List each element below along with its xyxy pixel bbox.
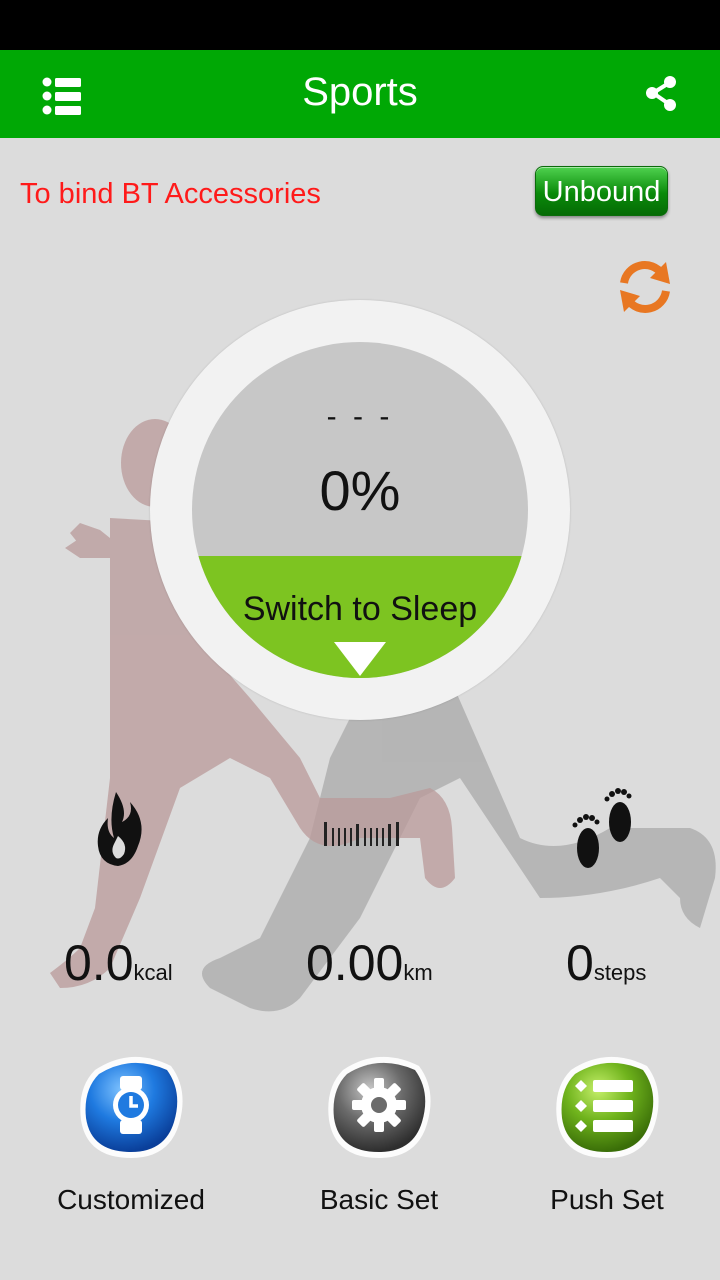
ruler-icon — [324, 820, 402, 848]
calories-value: 0.0 — [64, 935, 134, 991]
share-icon[interactable] — [642, 74, 682, 114]
app-bar: Sports — [0, 50, 720, 138]
gear-icon[interactable] — [323, 1050, 435, 1162]
gauge-percent: 0% — [319, 459, 401, 522]
triangle-down-icon[interactable] — [334, 642, 386, 676]
refresh-icon[interactable] — [614, 256, 676, 318]
footprints-icon — [572, 788, 638, 876]
flame-icon — [94, 792, 148, 868]
distance-stat: 0.00km — [306, 934, 433, 992]
status-bar — [0, 0, 720, 50]
push-set-label: Push Set — [550, 1184, 664, 1215]
distance-unit: km — [403, 960, 433, 985]
watch-icon[interactable] — [75, 1050, 187, 1162]
steps-stat: 0steps — [566, 934, 646, 992]
switch-to-sleep-label[interactable]: Switch to Sleep — [192, 590, 528, 629]
gauge-status: - - - — [326, 400, 394, 433]
calories-stat: 0.0kcal — [64, 934, 173, 992]
bind-accessories-message: To bind BT Accessories — [20, 178, 321, 210]
customized-label: Customized — [57, 1184, 205, 1215]
customized-button[interactable]: Customized — [31, 1050, 231, 1216]
basic-set-label: Basic Set — [319, 1184, 439, 1215]
page-title: Sports — [302, 70, 418, 114]
calories-unit: kcal — [133, 960, 173, 985]
steps-value: 0 — [566, 935, 594, 991]
list-icon[interactable] — [551, 1050, 663, 1162]
push-set-button[interactable]: Push Set — [507, 1050, 707, 1216]
unbound-button[interactable]: Unbound — [535, 166, 668, 216]
distance-value: 0.00 — [306, 935, 404, 991]
steps-unit: steps — [593, 960, 647, 985]
sports-content: To bind BT Accessories Unbound - - - 0% … — [0, 138, 720, 1280]
basic-set-button[interactable]: Basic Set — [279, 1050, 479, 1216]
